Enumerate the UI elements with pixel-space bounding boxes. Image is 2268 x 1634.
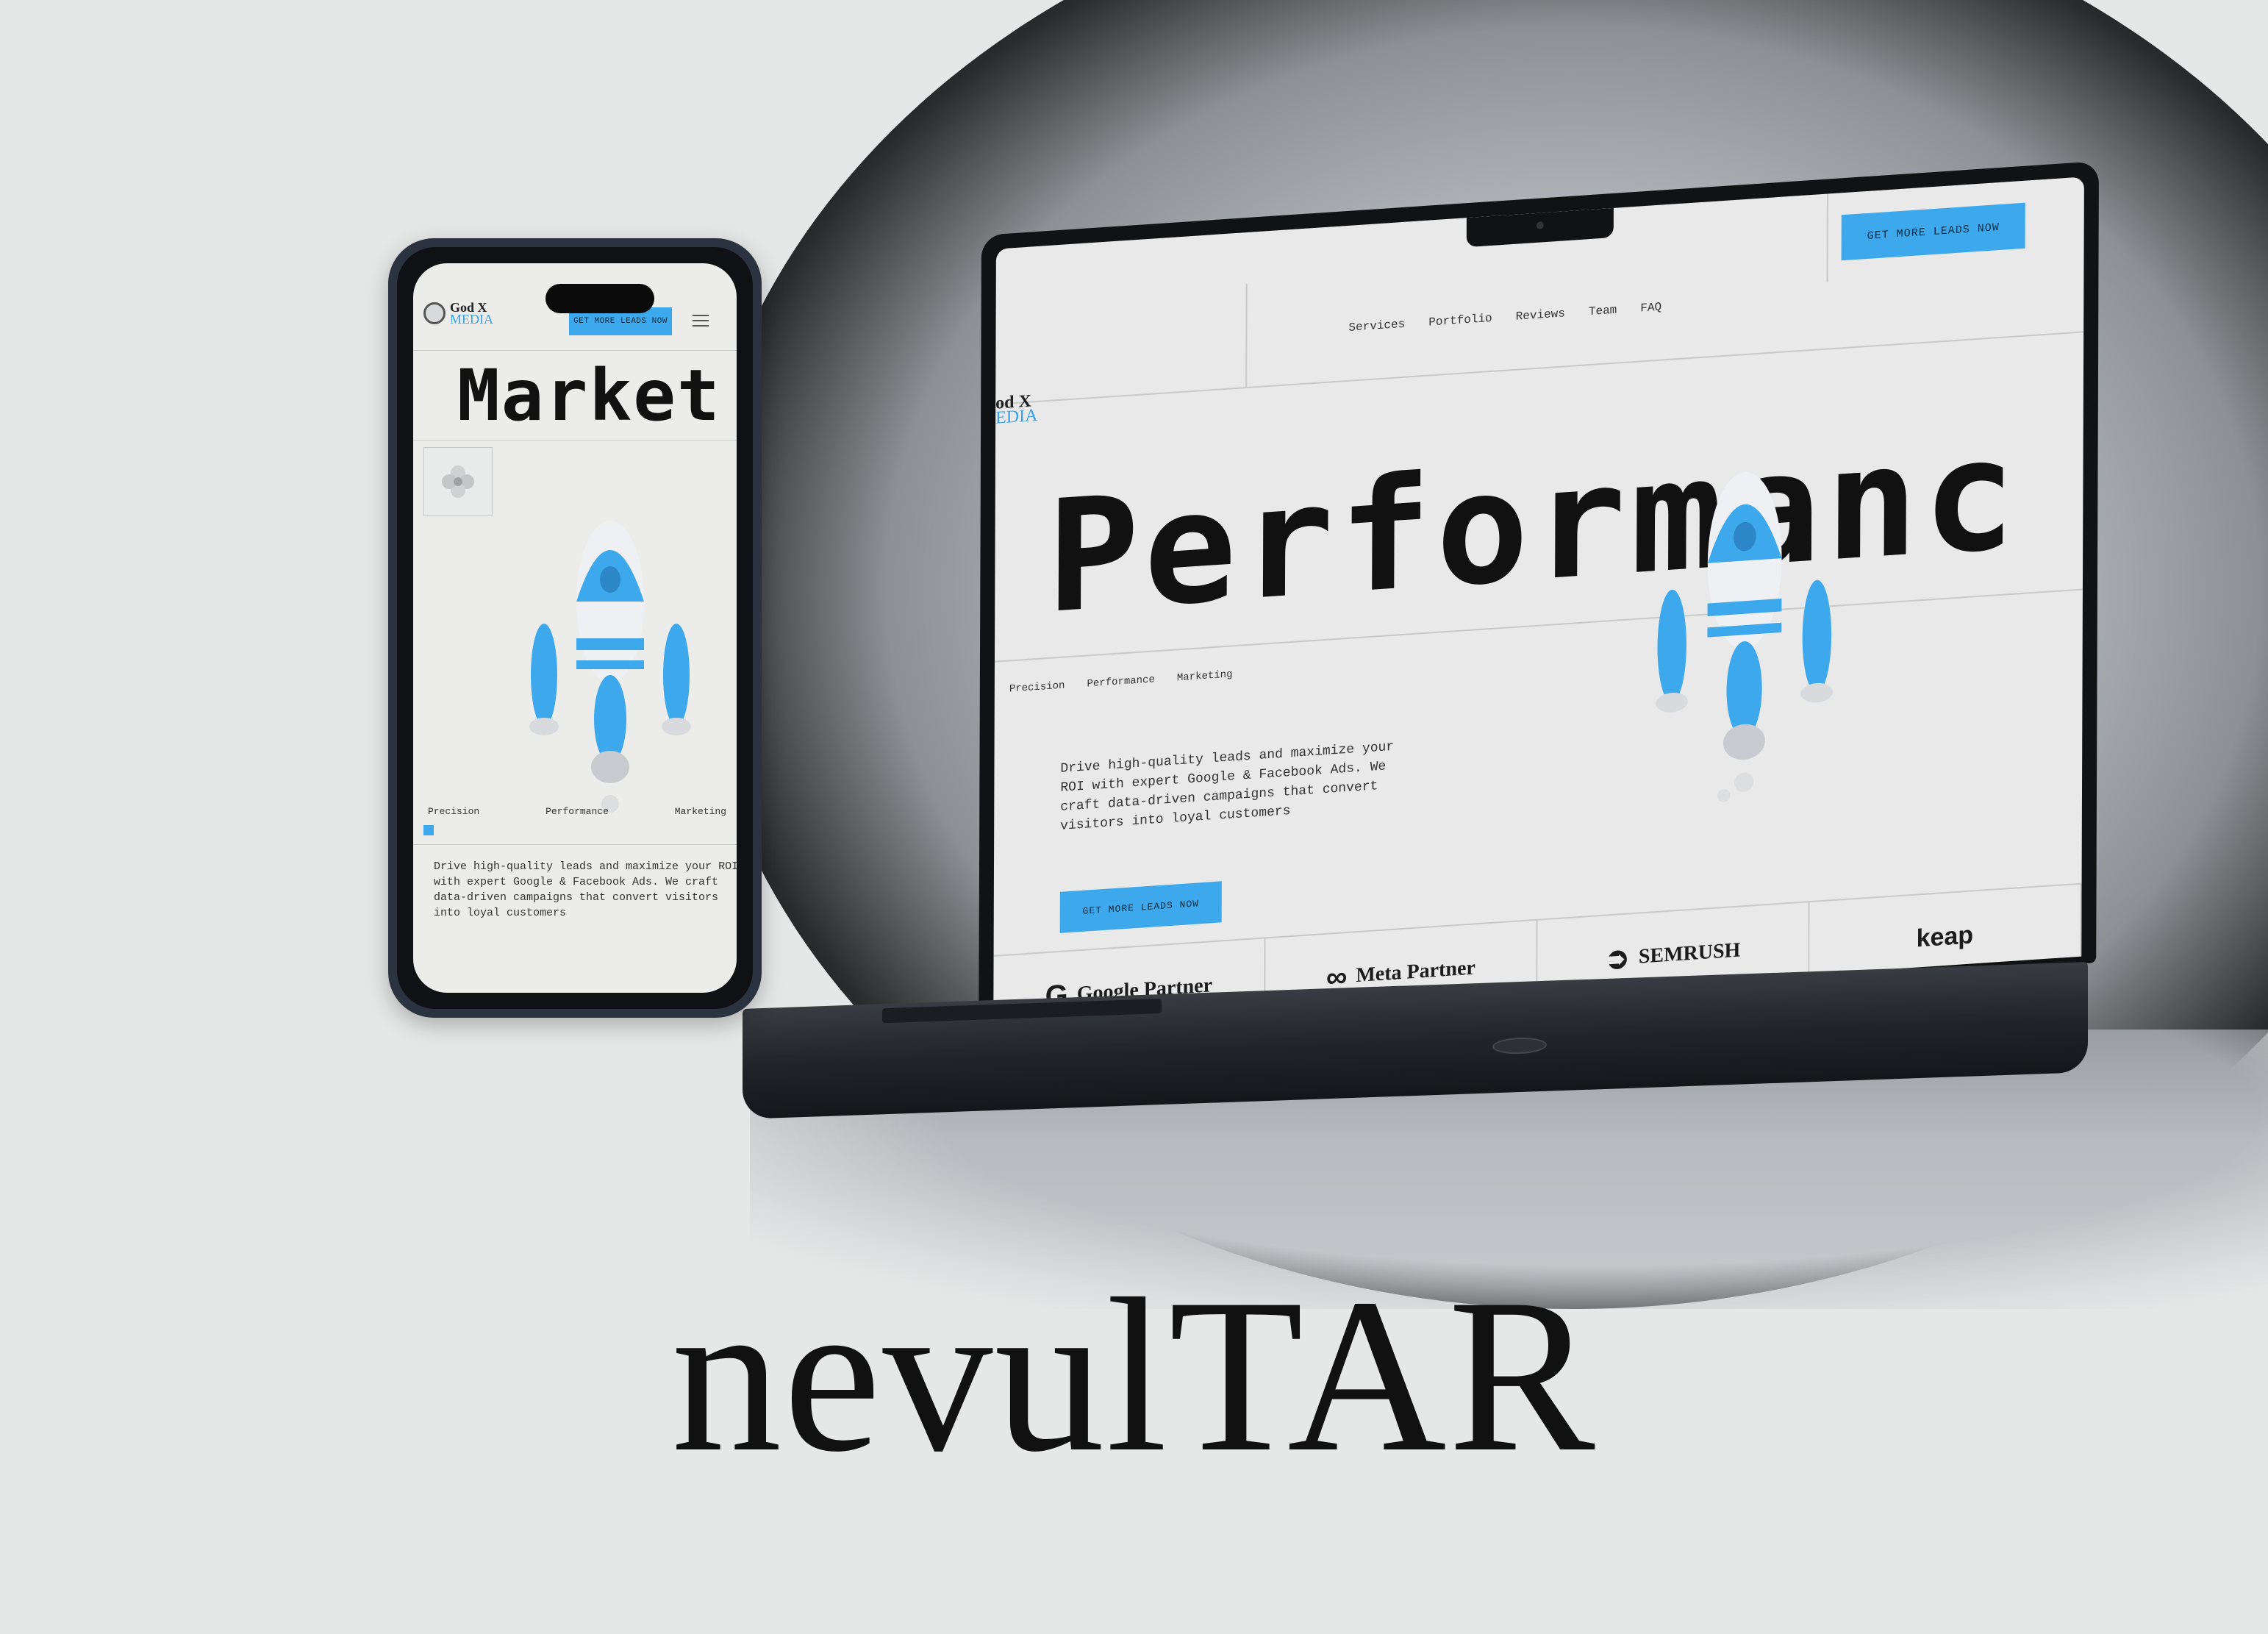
- hamburger-menu-icon[interactable]: [693, 315, 709, 327]
- logo-badge-icon: [423, 302, 446, 324]
- thumbnail-image: [423, 447, 493, 516]
- nav-faq[interactable]: FAQ: [1640, 301, 1661, 315]
- camera-notch: [1466, 207, 1614, 248]
- laptop-hinge: [882, 999, 1162, 1024]
- main-nav: Services Portfolio Reviews Team FAQ: [1348, 301, 1661, 335]
- site-logo[interactable]: God X MEDIA: [423, 301, 493, 327]
- hero-description: Drive high-quality leads and maximize yo…: [434, 860, 737, 919]
- hero-headline: Market: [457, 354, 721, 437]
- tag-performance: Performance: [545, 806, 609, 817]
- header-divider: [1826, 193, 1828, 282]
- partner-label: keap: [1916, 920, 1974, 953]
- header-bottom-line: [995, 331, 2084, 405]
- partner-label: Meta Partner: [1356, 956, 1475, 988]
- brand-wordmark: nevulTAR: [671, 1253, 1597, 1497]
- site-logo[interactable]: od X EDIA: [995, 391, 1038, 428]
- get-leads-button-hero[interactable]: GET MORE LEADS NOW: [1059, 881, 1222, 933]
- phone-screen: God X MEDIA GET MORE LEADS NOW Market Pr…: [413, 263, 737, 993]
- tag-precision: Precision: [428, 806, 480, 817]
- mockup-stage: od X EDIA Services Portfolio Reviews Tea…: [0, 0, 2268, 1634]
- accent-square: [423, 825, 434, 835]
- rocket-icon: [529, 521, 691, 813]
- header-divider: [1245, 283, 1248, 388]
- semrush-icon: ➲: [1605, 941, 1630, 976]
- tag-marketing: Marketing: [1176, 668, 1233, 685]
- phone-bezel: God X MEDIA GET MORE LEADS NOW Market Pr…: [397, 247, 753, 1009]
- hero-description: Drive high-quality leads and maximize yo…: [1060, 739, 1395, 834]
- nav-team[interactable]: Team: [1589, 304, 1617, 319]
- header-bottom-line: [413, 350, 737, 351]
- laptop-mockup: od X EDIA Services Portfolio Reviews Tea…: [979, 161, 2099, 1044]
- laptop-foot: [1492, 1036, 1547, 1055]
- laptop-screen: od X EDIA Services Portfolio Reviews Tea…: [993, 176, 2084, 1029]
- logo-text: God X MEDIA: [450, 301, 493, 327]
- tag-marketing: Marketing: [674, 806, 726, 817]
- dynamic-island: [545, 284, 654, 313]
- nav-portfolio[interactable]: Portfolio: [1428, 312, 1492, 329]
- tag-precision: Precision: [1009, 679, 1065, 696]
- laptop-bezel: od X EDIA Services Portfolio Reviews Tea…: [979, 161, 2099, 1038]
- rocket-icon: [1656, 471, 1834, 802]
- logo-line2: EDIA: [995, 405, 1038, 428]
- logo-line2: MEDIA: [450, 312, 493, 327]
- camera-icon: [1536, 221, 1544, 229]
- hero-tags: Precision Performance Marketing: [1009, 668, 1233, 695]
- content-rule: [413, 844, 737, 845]
- flower-icon: [442, 465, 474, 498]
- hero-tags: Precision Performance Marketing: [428, 806, 726, 817]
- partner-label: SEMRUSH: [1638, 938, 1741, 968]
- tag-performance: Performance: [1087, 674, 1155, 691]
- phone-mockup: God X MEDIA GET MORE LEADS NOW Market Pr…: [388, 238, 762, 1018]
- nav-services[interactable]: Services: [1348, 318, 1405, 335]
- nav-reviews[interactable]: Reviews: [1516, 307, 1565, 323]
- get-leads-button-header[interactable]: GET MORE LEADS NOW: [1841, 202, 2025, 261]
